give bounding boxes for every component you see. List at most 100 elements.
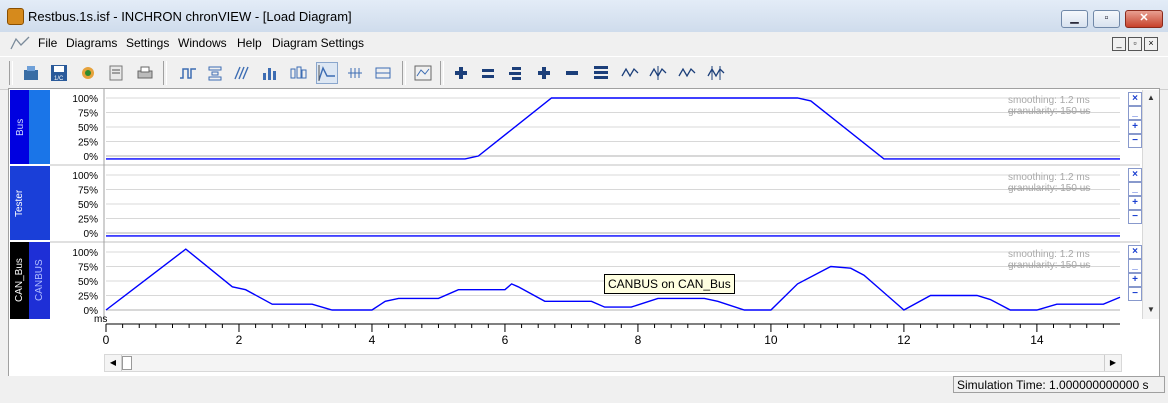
menu-file[interactable]: File	[38, 36, 57, 50]
save-icon: 1/C	[51, 65, 67, 82]
lane-1-close-button[interactable]: ×	[1128, 168, 1142, 182]
menu-windows[interactable]: Windows	[178, 36, 227, 50]
x-tick-label: 14	[1030, 333, 1044, 347]
vertical-scrollbar[interactable]: ▲ ▼	[1142, 90, 1159, 319]
wave-icon	[621, 67, 639, 78]
range-diagram-button[interactable]	[372, 62, 394, 84]
lane-0-zoom-in-button[interactable]: +	[1128, 120, 1142, 134]
lane-2-minimize-button[interactable]: _	[1128, 259, 1142, 273]
y-tick-label: 50%	[78, 200, 98, 211]
lane-0-inner-label-bg	[29, 90, 50, 164]
lane-0-minimize-button[interactable]: _	[1128, 106, 1142, 120]
event-diagram-button[interactable]	[344, 62, 366, 84]
y-tick-label: 0%	[84, 152, 99, 163]
lane-1-info: smoothing: 1.2 ms granularity: 150 us	[1008, 172, 1090, 194]
menu-diagrams[interactable]: Diagrams	[66, 36, 117, 50]
y-tick-label: 25%	[78, 215, 98, 226]
lane-1-zoom-in-button[interactable]: +	[1128, 196, 1142, 210]
gantt-diagram-button[interactable]	[231, 62, 253, 84]
y-tick-label: 50%	[78, 123, 98, 134]
status-bar: Simulation Time: 1.000000000000 s	[0, 376, 1168, 403]
chart-area: 100% 75% 50% 25% 0% 100% 75% 50% 25% 0% 100% 75% 50%…	[50, 88, 1140, 347]
wave-grid-icon	[707, 66, 725, 80]
load-diagram-button[interactable]	[316, 62, 338, 84]
app-icon	[7, 8, 24, 25]
x-axis-unit: ms	[94, 314, 107, 325]
remove-row-button[interactable]	[477, 62, 499, 84]
print-icon	[137, 66, 153, 79]
close-button[interactable]: ✕	[1125, 10, 1163, 28]
x-tick-label: 0	[103, 333, 110, 347]
zoom-in-button[interactable]	[533, 62, 555, 84]
toolbar-grip	[9, 61, 13, 85]
lane-0-close-button[interactable]: ×	[1128, 92, 1142, 106]
trace-tooltip: CANBUS on CAN_Bus	[604, 274, 735, 294]
title-bar: Restbus.1s.isf - INCHRON chronVIEW - [Lo…	[0, 0, 1168, 33]
wave-grid-button[interactable]	[705, 62, 727, 84]
add-row-icon	[455, 67, 467, 79]
mdi-restore-button[interactable]: ▫	[1128, 37, 1142, 51]
bar-chart-button[interactable]	[259, 62, 281, 84]
zoom-out-button[interactable]	[561, 62, 583, 84]
load-diagram-icon	[318, 65, 335, 81]
stack-rows-icon	[509, 67, 521, 80]
lane-2-close-button[interactable]: ×	[1128, 245, 1142, 259]
menu-bar: File Diagrams Settings Windows Help Diag…	[0, 32, 1168, 54]
lane-0-zoom-out-button[interactable]: −	[1128, 134, 1142, 148]
new-diagram-button[interactable]	[20, 62, 42, 84]
full-height-icon	[594, 66, 608, 79]
close-icon: ✕	[1139, 12, 1149, 24]
wave-marker-button[interactable]	[647, 62, 669, 84]
scroll-up-icon[interactable]: ▲	[1144, 91, 1158, 105]
cpu-button[interactable]	[77, 62, 99, 84]
lane-0-granularity: granularity: 150 us	[1008, 106, 1091, 117]
wave-peak-button[interactable]	[676, 62, 698, 84]
cpu-icon	[82, 67, 94, 79]
stack-diagram-button[interactable]	[204, 62, 226, 84]
minimize-button[interactable]: ▁	[1061, 10, 1088, 28]
lane-1-smoothing: smoothing: 1.2 ms	[1008, 172, 1090, 183]
stack-rows-button[interactable]	[504, 62, 526, 84]
full-height-button[interactable]	[590, 62, 612, 84]
gear-tasks-button[interactable]	[105, 62, 127, 84]
menu-diagram-settings[interactable]: Diagram Settings	[272, 36, 364, 50]
load-trace-line	[106, 97, 1120, 160]
menu-help[interactable]: Help	[237, 36, 262, 50]
lane-1-granularity: granularity: 150 us	[1008, 183, 1091, 194]
scroll-thumb[interactable]	[122, 356, 132, 370]
mdi-minimize-button[interactable]: _	[1112, 37, 1126, 51]
event-diagram-icon	[348, 68, 362, 78]
x-tick-label: 6	[502, 333, 509, 347]
y-tick-label: 100%	[72, 248, 98, 259]
mdi-chart-icon	[10, 36, 30, 50]
lane-2-zoom-out-button[interactable]: −	[1128, 287, 1142, 301]
scroll-down-icon[interactable]: ▼	[1144, 303, 1158, 317]
maximize-button[interactable]: ▫	[1093, 10, 1120, 28]
horizontal-scrollbar[interactable]: ◀ ▶	[104, 354, 1122, 372]
lane-2-zoom-in-button[interactable]: +	[1128, 273, 1142, 287]
filter-button[interactable]	[412, 62, 434, 84]
menu-settings[interactable]: Settings	[126, 36, 169, 50]
x-tick-label: 10	[764, 333, 778, 347]
maximize-icon: ▫	[1104, 12, 1109, 24]
zoom-in-icon	[538, 67, 550, 79]
mdi-close-button[interactable]: ×	[1144, 37, 1158, 51]
lane-0-info: smoothing: 1.2 ms granularity: 150 us	[1008, 95, 1090, 117]
print-button[interactable]	[134, 62, 156, 84]
scroll-left-icon[interactable]: ◀	[105, 355, 122, 371]
svg-text:1/C: 1/C	[54, 76, 64, 82]
boxplot-button[interactable]	[287, 62, 309, 84]
lane-1-minimize-button[interactable]: _	[1128, 182, 1142, 196]
x-tick-label: 4	[369, 333, 376, 347]
lane-0-smoothing: smoothing: 1.2 ms	[1008, 95, 1090, 106]
add-row-button[interactable]	[450, 62, 472, 84]
y-tick-label: 25%	[78, 292, 98, 303]
window-title: Restbus.1s.isf - INCHRON chronVIEW - [Lo…	[28, 9, 352, 24]
state-diagram-button[interactable]	[177, 62, 199, 84]
lane-1-outer-label: Tester	[14, 189, 25, 217]
save-button[interactable]: 1/C	[48, 62, 70, 84]
wave-peak-icon	[678, 67, 696, 78]
lane-1-zoom-out-button[interactable]: −	[1128, 210, 1142, 224]
wave-button[interactable]	[619, 62, 641, 84]
scroll-right-icon[interactable]: ▶	[1104, 355, 1121, 371]
